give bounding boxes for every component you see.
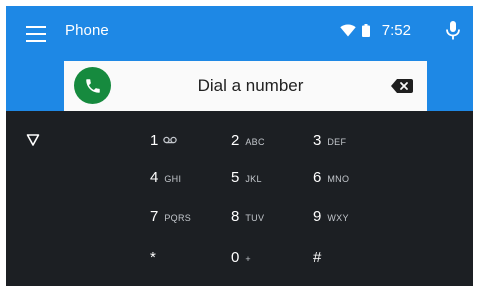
- key-9[interactable]: 9 WXY: [313, 203, 349, 231]
- key-0[interactable]: 0 +: [231, 244, 251, 272]
- key-digit: #: [313, 249, 322, 266]
- key-letters: WXY: [327, 213, 349, 223]
- key-letters: GHI: [164, 174, 182, 184]
- key-star[interactable]: *: [150, 244, 156, 272]
- voicemail-icon: [163, 136, 178, 144]
- key-digit: 7: [150, 208, 159, 225]
- phone-icon: [85, 78, 100, 93]
- key-digit: 5: [231, 169, 240, 186]
- key-digit: 8: [231, 208, 240, 225]
- status-bar: 7:52: [340, 22, 411, 39]
- battery-icon: [361, 24, 370, 37]
- key-digit: 2: [231, 132, 240, 149]
- dialer-screen: Phone 7:52 Dial a number 1 2 ABC 3 DEF 4…: [6, 6, 473, 286]
- key-hash[interactable]: #: [313, 244, 321, 272]
- key-digit: *: [150, 249, 156, 266]
- dial-prompt: Dial a number: [197, 76, 304, 95]
- menu-icon[interactable]: [26, 26, 46, 42]
- app-bar: Phone 7:52 Dial a number: [6, 6, 473, 111]
- key-5[interactable]: 5 JKL: [231, 164, 262, 192]
- key-6[interactable]: 6 MNO: [313, 164, 349, 192]
- key-letters: ABC: [245, 137, 265, 147]
- key-digit: 4: [150, 169, 159, 186]
- wifi-icon: [340, 24, 356, 37]
- status-time: 7:52: [381, 22, 411, 39]
- backspace-icon[interactable]: [391, 79, 413, 93]
- key-letters: JKL: [245, 174, 262, 184]
- key-digit: 6: [313, 169, 322, 186]
- key-1[interactable]: 1: [150, 127, 178, 155]
- key-digit: 3: [313, 132, 322, 149]
- key-letters: TUV: [245, 213, 265, 223]
- app-title: Phone: [65, 22, 109, 39]
- key-letters: DEF: [327, 137, 347, 147]
- key-digit: 1: [150, 132, 159, 149]
- call-button[interactable]: [74, 67, 111, 104]
- dial-input-bar[interactable]: Dial a number: [64, 61, 427, 111]
- key-letters: MNO: [327, 174, 350, 184]
- key-digit: 9: [313, 208, 322, 225]
- key-2[interactable]: 2 ABC: [231, 127, 265, 155]
- key-letters: PQRS: [164, 213, 192, 223]
- key-4[interactable]: 4 GHI: [150, 164, 181, 192]
- key-3[interactable]: 3 DEF: [313, 127, 346, 155]
- key-letters: +: [245, 254, 251, 264]
- mic-icon[interactable]: [443, 20, 463, 42]
- key-8[interactable]: 8 TUV: [231, 203, 264, 231]
- key-7[interactable]: 7 PQRS: [150, 203, 191, 231]
- collapse-triangle-icon[interactable]: [26, 133, 40, 147]
- key-digit: 0: [231, 249, 240, 266]
